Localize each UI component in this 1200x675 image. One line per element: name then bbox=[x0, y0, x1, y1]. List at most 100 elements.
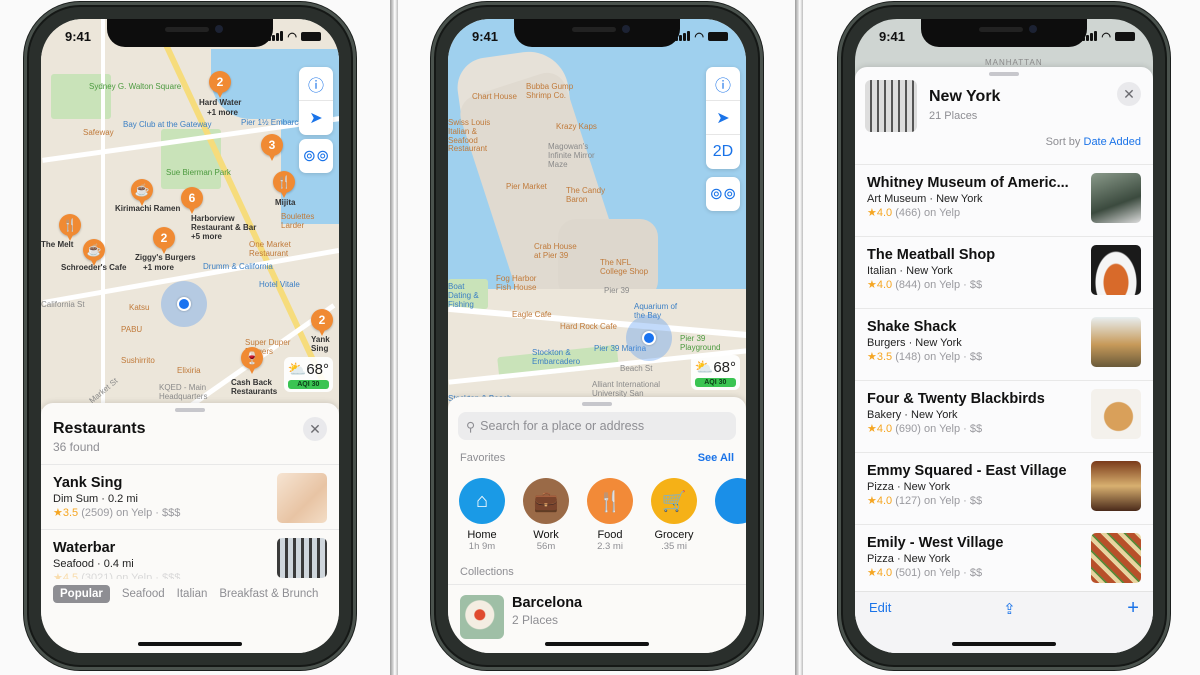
list-item[interactable]: Waterbar Seafood · 0.4 mi ★4.5 (3021) on… bbox=[41, 529, 339, 579]
place-thumbnail[interactable] bbox=[1091, 317, 1141, 367]
map-label[interactable]: The Candy Baron bbox=[566, 186, 616, 205]
map-pin-cluster[interactable]: 2 bbox=[209, 71, 231, 98]
2d-toggle-button[interactable]: 2D bbox=[706, 135, 740, 169]
map-pin-cluster[interactable]: 3 bbox=[261, 134, 283, 161]
favorite-label: Work bbox=[533, 529, 559, 541]
list-item[interactable]: Four & Twenty Blackbirds Bakery · New Yo… bbox=[855, 380, 1153, 452]
map-pin-food[interactable]: ☕ bbox=[83, 239, 105, 266]
binoculars-icon[interactable]: ⊚⊚ bbox=[299, 139, 333, 173]
map-label[interactable]: Pier 39 bbox=[604, 286, 629, 296]
map-label[interactable]: The Melt bbox=[41, 240, 73, 250]
list-item[interactable]: The Meatball Shop Italian · New York ★4.… bbox=[855, 236, 1153, 308]
plus-icon[interactable]: + bbox=[1127, 598, 1139, 653]
place-thumbnail[interactable] bbox=[277, 538, 327, 578]
location-arrow-icon[interactable]: ➤ bbox=[299, 101, 333, 135]
close-button[interactable]: ✕ bbox=[1117, 82, 1141, 106]
sort-value[interactable]: Date Added bbox=[1084, 136, 1142, 148]
map-label[interactable]: Crab House at Pier 39 bbox=[534, 242, 584, 261]
map-pin-food[interactable]: 🍴 bbox=[59, 214, 81, 241]
map-label[interactable]: Stockton & Embarcadero bbox=[532, 348, 592, 367]
map-label[interactable]: Magowan's Infinite Mirror Maze bbox=[548, 142, 608, 169]
chip-breakfast[interactable]: Breakfast & Brunch bbox=[219, 588, 318, 600]
map-controls: ⊚⊚ bbox=[299, 139, 333, 173]
map-label[interactable]: Sushirrito bbox=[121, 356, 155, 366]
place-thumbnail[interactable] bbox=[1091, 461, 1141, 511]
briefcase-icon: 💼 bbox=[523, 478, 569, 524]
search-input[interactable]: ⚲ Search for a place or address bbox=[458, 412, 736, 440]
map-label[interactable]: Pier Market bbox=[506, 182, 547, 192]
sort-control[interactable]: Sort by Date Added bbox=[1046, 136, 1141, 148]
map-label[interactable]: Yank Sing bbox=[311, 335, 339, 354]
edit-button[interactable]: Edit bbox=[869, 600, 891, 653]
map-label[interactable]: Hard Water bbox=[199, 98, 241, 108]
info-icon[interactable]: ⓘ bbox=[706, 67, 740, 101]
map-view[interactable]: Chart House Bubba Gump Shrimp Co. Swiss … bbox=[448, 19, 746, 409]
list-item[interactable]: Emmy Squared - East Village Pizza · New … bbox=[855, 452, 1153, 524]
map-pin-cluster[interactable]: 6 bbox=[181, 187, 203, 214]
map-pin-cluster[interactable]: 2 bbox=[311, 309, 333, 336]
favorite-home[interactable]: ⌂ Home 1h 9m bbox=[458, 478, 506, 552]
map-label[interactable]: Krazy Kaps bbox=[556, 122, 597, 132]
map-label[interactable]: Mijita bbox=[275, 198, 295, 208]
map-label[interactable]: Sue Bierman Park bbox=[166, 168, 231, 178]
map-label[interactable]: Bay Club at the Gateway bbox=[123, 120, 212, 130]
map-pin-food[interactable]: ☕ bbox=[131, 179, 153, 206]
map-label[interactable]: Cash Back Restaurants bbox=[231, 378, 291, 397]
map-label[interactable]: Katsu bbox=[129, 303, 149, 313]
collection-item[interactable]: Barcelona 2 Places bbox=[448, 584, 746, 639]
chip-italian[interactable]: Italian bbox=[177, 588, 208, 600]
map-pin-cluster[interactable]: 2 bbox=[153, 227, 175, 254]
map-label[interactable]: Drumm & California bbox=[203, 262, 273, 272]
info-icon[interactable]: ⓘ bbox=[299, 67, 333, 101]
map-label[interactable]: Schroeder's Cafe bbox=[61, 263, 126, 273]
map-pin-food[interactable]: 🍷 bbox=[241, 347, 263, 374]
favorite-food[interactable]: 🍴 Food 2.3 mi bbox=[586, 478, 634, 552]
map-label[interactable]: Kirimachi Ramen bbox=[115, 204, 180, 214]
map-label[interactable]: Harborview Restaurant & Bar bbox=[191, 214, 271, 233]
place-thumbnail[interactable] bbox=[277, 473, 327, 523]
chip-seafood[interactable]: Seafood bbox=[122, 588, 165, 600]
collections-label: Collections bbox=[460, 566, 514, 578]
map-label[interactable]: Hard Rock Cafe bbox=[560, 322, 617, 332]
map-label[interactable]: Elixiria bbox=[177, 366, 201, 376]
map-label[interactable]: Bubba Gump Shrimp Co. bbox=[526, 82, 586, 101]
see-all-link[interactable]: See All bbox=[698, 452, 734, 464]
map-label[interactable]: Fog Harbor Fish House bbox=[496, 274, 546, 293]
map-label[interactable]: Swiss Louis Italian & Seafood Restaurant bbox=[448, 118, 494, 154]
list-item[interactable]: Shake Shack Burgers · New York ★3.5 (148… bbox=[855, 308, 1153, 380]
map-label[interactable]: Safeway bbox=[83, 128, 114, 138]
place-thumbnail[interactable] bbox=[1091, 533, 1141, 583]
map-controls: ⊚⊚ bbox=[706, 177, 740, 211]
list-item[interactable]: Yank Sing Dim Sum · 0.2 mi ★3.5 (2509) o… bbox=[41, 464, 339, 529]
favorite-work[interactable]: 💼 Work 56m bbox=[522, 478, 570, 552]
list-item[interactable]: Emily - West Village Pizza · New York ★4… bbox=[855, 524, 1153, 596]
list-item[interactable]: Whitney Museum of Americ... Art Museum ·… bbox=[855, 164, 1153, 236]
map-label[interactable]: Ziggy's Burgers bbox=[135, 253, 196, 263]
sheet-grabber[interactable] bbox=[582, 402, 612, 406]
map-pin-food[interactable]: 🍴 bbox=[273, 171, 295, 198]
favorites-header: Favorites See All bbox=[448, 452, 746, 464]
weather-widget[interactable]: ⛅68° AQI 30 bbox=[690, 355, 740, 390]
location-arrow-icon[interactable]: ➤ bbox=[706, 101, 740, 135]
map-label[interactable]: One Market Restaurant bbox=[249, 240, 319, 259]
place-thumbnail[interactable] bbox=[1091, 173, 1141, 223]
map-label[interactable]: Pier 39 Playground bbox=[680, 334, 724, 353]
map-label[interactable]: KQED - Main Headquarters bbox=[159, 383, 229, 402]
map-label[interactable]: Hotel Vitale bbox=[259, 280, 300, 290]
chip-popular[interactable]: Popular bbox=[53, 585, 110, 603]
map-view[interactable]: Sydney G. Walton Square 2 Hard Water +1 … bbox=[41, 19, 339, 409]
map-label[interactable]: The NFL College Shop bbox=[600, 258, 652, 277]
map-label[interactable]: PABU bbox=[121, 325, 142, 335]
map-label[interactable]: Boat Dating & Fishing bbox=[448, 282, 488, 309]
map-label[interactable]: Chart House bbox=[472, 92, 517, 102]
favorite-grocery[interactable]: 🛒 Grocery .35 mi bbox=[650, 478, 698, 552]
favorite-more[interactable] bbox=[714, 478, 746, 552]
weather-widget[interactable]: ⛅68° AQI 30 bbox=[283, 357, 333, 392]
close-button[interactable]: ✕ bbox=[303, 417, 327, 441]
place-thumbnail[interactable] bbox=[1091, 389, 1141, 439]
place-thumbnail[interactable] bbox=[1091, 245, 1141, 295]
map-label[interactable]: Eagle Cafe bbox=[512, 310, 552, 320]
binoculars-icon[interactable]: ⊚⊚ bbox=[706, 177, 740, 211]
map-label[interactable]: Sydney G. Walton Square bbox=[89, 82, 181, 92]
map-label[interactable]: Boulettes Larder bbox=[281, 212, 331, 231]
